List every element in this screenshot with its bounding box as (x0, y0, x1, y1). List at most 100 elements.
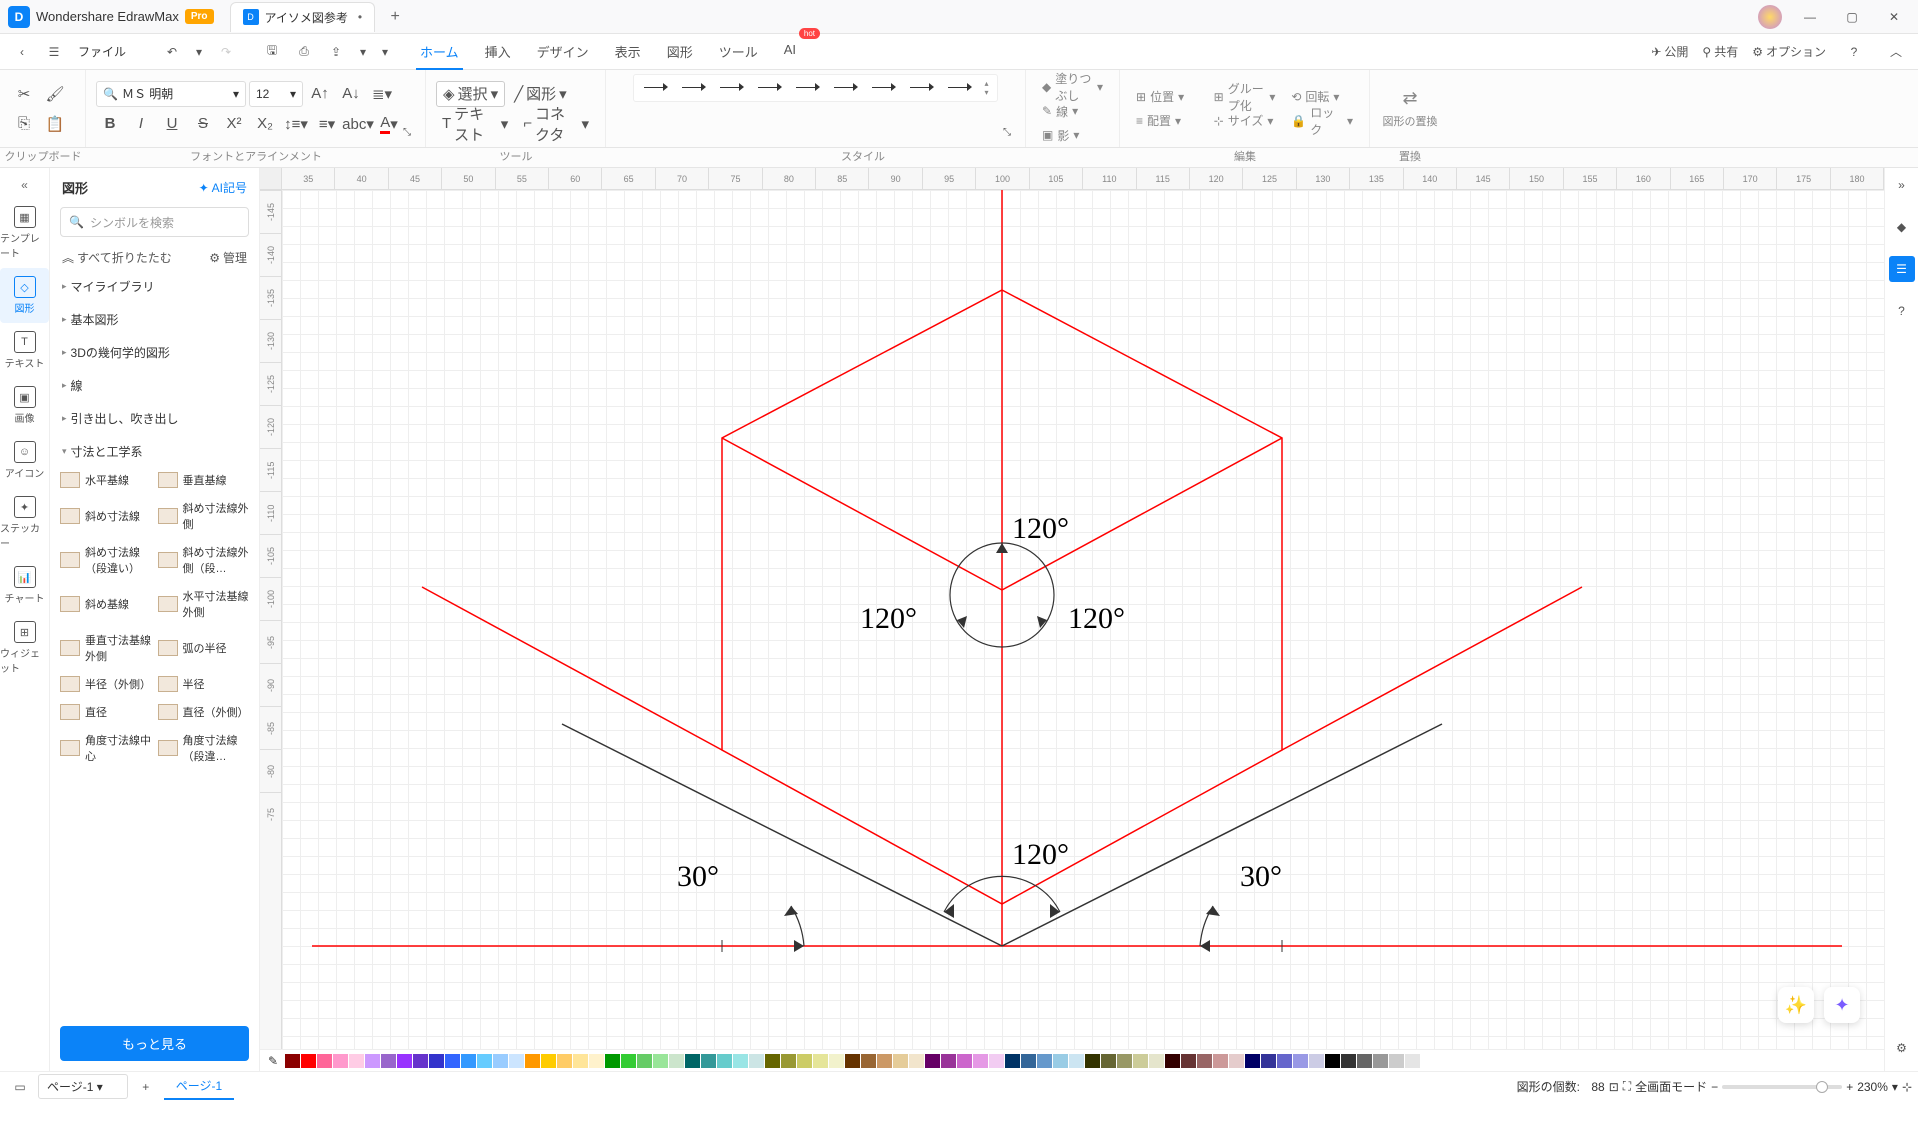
publish-button[interactable]: ✈公開 (1651, 43, 1688, 60)
color-swatch[interactable] (909, 1054, 924, 1068)
color-swatch[interactable] (381, 1054, 396, 1068)
color-swatch[interactable] (525, 1054, 540, 1068)
color-swatch[interactable] (669, 1054, 684, 1068)
shape-item[interactable]: 斜め寸法線（段違い） (60, 540, 152, 580)
magic-fab[interactable]: ✨ (1778, 987, 1814, 1023)
style-dialog-launcher[interactable]: ⤡ (993, 119, 1021, 145)
color-swatch[interactable] (1053, 1054, 1068, 1068)
qat-dropdown[interactable]: ▾ (376, 38, 394, 66)
color-swatch[interactable] (1357, 1054, 1372, 1068)
color-swatch[interactable] (477, 1054, 492, 1068)
color-swatch[interactable] (397, 1054, 412, 1068)
color-swatch[interactable] (557, 1054, 572, 1068)
collapse-ribbon-button[interactable]: ︿ (1882, 38, 1910, 66)
arrow-style-gallery[interactable]: ▴▾ (633, 74, 997, 102)
color-swatch[interactable] (1229, 1054, 1244, 1068)
format-painter-button[interactable]: 🖌 (41, 81, 69, 107)
bullets-button[interactable]: ≣▾ (368, 81, 396, 107)
page-dropdown[interactable]: ページ-1 ▾ (38, 1074, 128, 1099)
shape-item[interactable]: 弧の半径 (158, 628, 250, 668)
color-swatch[interactable] (637, 1054, 652, 1068)
color-swatch[interactable] (429, 1054, 444, 1068)
rail-item-7[interactable]: ⊞ウィジェット (0, 613, 49, 683)
strike-button[interactable]: S (189, 111, 217, 137)
shape-category[interactable]: 引き出し、吹き出し (58, 402, 251, 435)
menu-tab-ツール[interactable]: ツール (715, 34, 762, 69)
color-swatch[interactable] (749, 1054, 764, 1068)
page-tab-1[interactable]: ページ-1 (164, 1073, 234, 1100)
user-avatar[interactable] (1758, 5, 1782, 29)
decrease-font-button[interactable]: A↓ (337, 81, 365, 107)
color-swatch[interactable] (1197, 1054, 1212, 1068)
font-combo[interactable]: 🔍ＭＳ 明朝▾ (96, 81, 246, 107)
color-swatch[interactable] (685, 1054, 700, 1068)
more-shapes-button[interactable]: もっと見る (60, 1026, 249, 1061)
fullscreen-mode-button[interactable]: ⛶ 全画面モード (1623, 1078, 1707, 1095)
shape-item[interactable]: 斜め寸法線 (60, 496, 152, 536)
shape-item[interactable]: 水平寸法基線外側 (158, 584, 250, 624)
text-tool[interactable]: T テキスト ▾ (436, 111, 514, 137)
color-swatch[interactable] (925, 1054, 940, 1068)
color-swatch[interactable] (781, 1054, 796, 1068)
color-swatch[interactable] (365, 1054, 380, 1068)
shape-item[interactable]: 水平基線 (60, 468, 152, 492)
color-swatch[interactable] (1213, 1054, 1228, 1068)
font-size-combo[interactable]: 12▾ (249, 81, 303, 107)
shape-item[interactable]: 直径（外側） (158, 700, 250, 724)
size-button[interactable]: ⊹ サイズ ▾ (1214, 110, 1276, 132)
color-swatch[interactable] (589, 1054, 604, 1068)
rail-item-3[interactable]: ▣画像 (0, 378, 49, 433)
undo-dropdown[interactable]: ▾ (190, 38, 208, 66)
color-swatch[interactable] (349, 1054, 364, 1068)
color-swatch[interactable] (445, 1054, 460, 1068)
document-tab[interactable]: D アイソメ図参考 • (230, 2, 376, 32)
cut-button[interactable]: ✂ (10, 81, 38, 107)
menu-tab-ホーム[interactable]: ホーム (416, 34, 463, 69)
zoom-slider[interactable] (1722, 1085, 1842, 1089)
connector-tool[interactable]: ⌐ コネクタ ▾ (517, 111, 595, 137)
underline-button[interactable]: U (158, 111, 186, 137)
shape-item[interactable]: 半径 (158, 672, 250, 696)
color-swatch[interactable] (877, 1054, 892, 1068)
color-swatch[interactable] (333, 1054, 348, 1068)
fill-button[interactable]: ◆ 塗りつぶし ▾ (1042, 76, 1103, 98)
color-swatch[interactable] (461, 1054, 476, 1068)
color-swatch[interactable] (1165, 1054, 1180, 1068)
manage-button[interactable]: ⚙管理 (209, 249, 247, 266)
minimize-button[interactable]: — (1790, 2, 1830, 32)
close-button[interactable]: ✕ (1874, 2, 1914, 32)
color-swatch[interactable] (1021, 1054, 1036, 1068)
properties-panel-icon[interactable]: ☰ (1889, 256, 1915, 282)
shape-category[interactable]: マイライブラリ (58, 270, 251, 303)
drawing-canvas[interactable]: 120° 120° 120° 120° 30° 30° ✨ ✦ (282, 190, 1884, 1071)
italic-button[interactable]: I (127, 111, 155, 137)
color-swatch[interactable] (765, 1054, 780, 1068)
color-swatch[interactable] (1117, 1054, 1132, 1068)
line-style-button[interactable]: ✎ 線 ▾ (1042, 100, 1103, 122)
eyedropper-icon[interactable]: ✎ (268, 1054, 278, 1068)
color-swatch[interactable] (717, 1054, 732, 1068)
shape-item[interactable]: 斜め寸法線外側 (158, 496, 250, 536)
color-swatch[interactable] (1325, 1054, 1340, 1068)
color-swatch[interactable] (1245, 1054, 1260, 1068)
color-swatch[interactable] (605, 1054, 620, 1068)
rail-item-2[interactable]: Tテキスト (0, 323, 49, 378)
color-swatch[interactable] (653, 1054, 668, 1068)
symbol-search-input[interactable]: 🔍 シンボルを検索 (60, 207, 249, 237)
help-button[interactable]: ? (1840, 38, 1868, 66)
color-swatch[interactable] (861, 1054, 876, 1068)
color-swatch[interactable] (1421, 1054, 1436, 1068)
rail-collapse-button[interactable]: « (0, 172, 49, 198)
menu-tab-挿入[interactable]: 挿入 (481, 34, 515, 69)
maximize-button[interactable]: ▢ (1832, 2, 1872, 32)
redo-button[interactable]: ↷ (212, 38, 240, 66)
shape-item[interactable]: 角度寸法線中心 (60, 728, 152, 768)
menu-tab-AI[interactable]: AIhot (780, 34, 800, 69)
line-spacing-button[interactable]: ↕≡▾ (282, 111, 310, 137)
color-swatch[interactable] (957, 1054, 972, 1068)
color-swatch[interactable] (845, 1054, 860, 1068)
file-menu[interactable]: ファイル (72, 43, 132, 60)
paste-button[interactable]: 📋 (41, 111, 69, 137)
options-button[interactable]: ⚙オプション (1752, 43, 1826, 60)
shadow-button[interactable]: ▣ 影 ▾ (1042, 124, 1103, 146)
